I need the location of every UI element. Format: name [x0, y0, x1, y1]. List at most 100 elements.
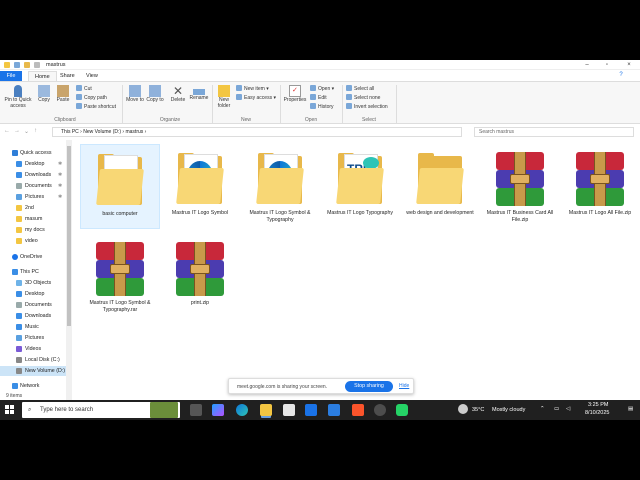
nav-pc-downloads[interactable]: Downloads: [0, 311, 66, 321]
invert-selection-button[interactable]: Invert selection: [346, 103, 388, 110]
stop-sharing-button[interactable]: Stop sharing: [345, 381, 393, 392]
select-all-button[interactable]: Select all: [346, 85, 374, 92]
nav-pc-documents[interactable]: Documents: [0, 300, 66, 310]
breadcrumb-mastrus[interactable]: mastrus: [125, 129, 143, 135]
obs-icon[interactable]: [374, 404, 386, 416]
properties-button[interactable]: ✓ Properties: [282, 85, 308, 104]
tab-home[interactable]: Home: [28, 71, 57, 81]
breadcrumb-this-pc[interactable]: This PC: [61, 129, 79, 135]
delete-button[interactable]: ✕ Delete: [168, 85, 188, 104]
help-icon[interactable]: ?: [616, 71, 626, 79]
copy-icon: [38, 85, 50, 97]
nav-pc-desktop[interactable]: Desktop: [0, 289, 66, 299]
scrollbar-thumb[interactable]: [67, 146, 71, 326]
file-item[interactable]: Mastrus IT Logo Symbol & Typography.rar: [80, 234, 160, 319]
tab-file[interactable]: File: [0, 71, 22, 81]
copy-to-button[interactable]: Copy to: [146, 85, 164, 104]
clock-date[interactable]: 8/10/2025: [585, 410, 609, 416]
weather-temp[interactable]: 35°C: [472, 407, 484, 413]
taskbar-search-placeholder: Type here to search: [40, 407, 94, 413]
file-item[interactable]: Mastrus IT Logo Symbol & Typography: [240, 144, 320, 229]
file-item[interactable]: print.zip: [160, 234, 240, 319]
hide-link[interactable]: Hide: [399, 383, 409, 389]
nav-pc-new-volume[interactable]: New Volume (D:): [0, 366, 66, 376]
breadcrumb[interactable]: This PC › New Volume (D:) › mastrus ›: [52, 127, 462, 137]
weather-text[interactable]: Mostly cloudy: [492, 407, 525, 413]
nav-label: Pictures: [25, 335, 45, 341]
task-view-icon[interactable]: [190, 404, 202, 416]
network-icon[interactable]: ▭: [554, 406, 559, 412]
chevron-up-icon[interactable]: ⌃: [540, 406, 545, 412]
paste-shortcut-button[interactable]: Paste shortcut: [76, 103, 116, 110]
open-button[interactable]: Open ▾: [310, 85, 334, 92]
file-item[interactable]: web design and development: [400, 144, 480, 229]
clock-time[interactable]: 3:25 PM: [588, 402, 608, 408]
whatsapp-icon[interactable]: [396, 404, 408, 416]
nav-scrollbar[interactable]: [66, 140, 72, 400]
delete-icon: ✕: [172, 84, 184, 98]
rename-button[interactable]: Rename: [189, 85, 209, 102]
copy-button[interactable]: Copy: [36, 85, 52, 104]
nav-item-my-docs[interactable]: my docs: [0, 225, 66, 235]
nav-this-pc[interactable]: This PC: [0, 267, 66, 277]
cut-button[interactable]: Cut: [76, 85, 92, 92]
maximize-button[interactable]: ▫: [602, 61, 612, 69]
nav-item-2nd[interactable]: 2nd: [0, 203, 66, 213]
quick-access-dropdown-icon[interactable]: [34, 62, 40, 68]
windows-start-icon[interactable]: [4, 404, 16, 416]
tab-view[interactable]: View: [80, 71, 104, 81]
minimize-button[interactable]: –: [582, 61, 592, 69]
nav-item-video[interactable]: video: [0, 236, 66, 246]
history-button[interactable]: History: [310, 103, 334, 110]
pin-quick-access-button[interactable]: Pin to Quick access: [2, 85, 34, 109]
new-folder-icon[interactable]: [24, 62, 30, 68]
file-item[interactable]: PDF basic computer: [80, 144, 160, 229]
file-item[interactable]: TRU Mastrus IT Logo Typography: [320, 144, 400, 229]
brave-icon[interactable]: [352, 404, 364, 416]
nav-network[interactable]: Network: [0, 381, 66, 391]
file-item[interactable]: Mastrus IT Logo Symbol: [160, 144, 240, 229]
back-arrow-icon[interactable]: ←: [4, 128, 10, 134]
close-button[interactable]: ×: [624, 61, 634, 69]
new-folder-button[interactable]: New folder: [214, 85, 234, 109]
nav-item-pictures[interactable]: Pictures ✱: [0, 192, 66, 202]
volume-icon[interactable]: ◁: [566, 406, 570, 412]
edit-button[interactable]: Edit: [310, 94, 327, 101]
tab-share[interactable]: Share: [54, 71, 81, 81]
mail-icon[interactable]: [305, 404, 317, 416]
file-explorer-icon[interactable]: [260, 404, 272, 416]
edge-icon[interactable]: [236, 404, 248, 416]
copilot-icon[interactable]: [212, 404, 224, 416]
easy-access-button[interactable]: Easy access ▾: [236, 94, 276, 101]
nav-label: Downloads: [25, 172, 52, 178]
store-icon[interactable]: [283, 404, 295, 416]
nav-item-desktop[interactable]: Desktop ✱: [0, 159, 66, 169]
breadcrumb-new-volume[interactable]: New Volume (D:): [83, 129, 121, 135]
file-item[interactable]: Mastrus IT Logo All File.zip: [560, 144, 640, 229]
copy-path-button[interactable]: Copy path: [76, 94, 107, 101]
notifications-icon[interactable]: ▤: [628, 406, 633, 412]
move-to-button[interactable]: Move to: [126, 85, 144, 104]
nav-pc-videos[interactable]: Videos: [0, 344, 66, 354]
search-input[interactable]: Search mastrus: [474, 127, 634, 137]
nav-pc-3d-objects[interactable]: 3D Objects: [0, 278, 66, 288]
up-arrow-icon[interactable]: ↑: [34, 128, 37, 134]
invert-selection-label: Invert selection: [354, 104, 388, 110]
nav-item-documents[interactable]: Documents ✱: [0, 181, 66, 191]
nav-pc-music[interactable]: Music: [0, 322, 66, 332]
select-none-button[interactable]: Select none: [346, 94, 380, 101]
vscode-icon[interactable]: [328, 404, 340, 416]
new-item-button[interactable]: New item ▾: [236, 85, 269, 92]
nav-item-downloads[interactable]: Downloads ✱: [0, 170, 66, 180]
nav-quick-access[interactable]: Quick access: [0, 148, 66, 158]
nav-item-masum[interactable]: masum: [0, 214, 66, 224]
nav-pc-pictures[interactable]: Pictures: [0, 333, 66, 343]
invert-selection-icon: [346, 103, 352, 109]
nav-onedrive[interactable]: OneDrive: [0, 252, 66, 262]
paste-button[interactable]: Paste: [55, 85, 71, 104]
forward-arrow-icon[interactable]: →: [14, 128, 20, 134]
file-item[interactable]: Mastrus IT Business Card All File.zip: [480, 144, 560, 229]
properties-icon[interactable]: [14, 62, 20, 68]
nav-pc-local-disk[interactable]: Local Disk (C:): [0, 355, 66, 365]
recent-chevron-icon[interactable]: ⌄: [24, 128, 29, 135]
